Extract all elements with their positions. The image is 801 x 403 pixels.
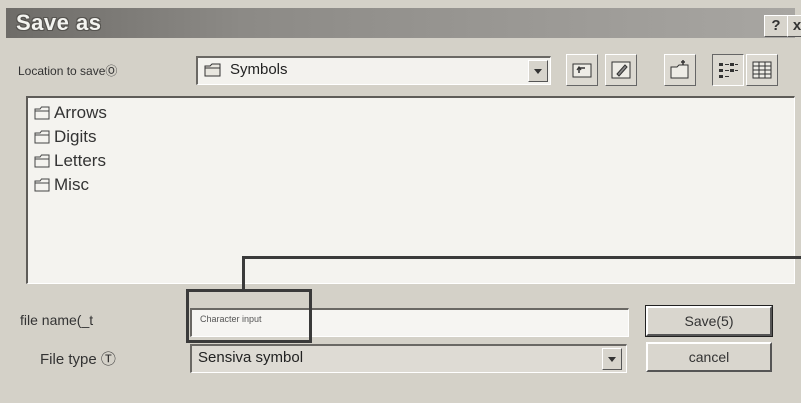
details-view-button[interactable] <box>746 54 778 86</box>
list-item-label: Arrows <box>54 103 107 122</box>
location-value: Symbols <box>230 61 288 78</box>
list-item-label: Digits <box>54 127 97 146</box>
chevron-down-icon[interactable] <box>528 60 548 82</box>
location-label: Location to saveⓄ <box>18 64 118 78</box>
new-folder-icon <box>670 60 689 79</box>
desktop-button[interactable] <box>605 54 637 86</box>
save-as-dialog: Save as ? x Location to saveⓄ Symbols Ar… <box>0 0 801 403</box>
cancel-button[interactable]: cancel <box>646 342 772 372</box>
file-name-label: file name(_t <box>20 312 94 328</box>
file-type-dropdown[interactable]: Sensiva symbol <box>190 344 627 373</box>
callout-line <box>242 256 801 259</box>
list-item-label: Letters <box>54 151 106 170</box>
close-button[interactable]: x <box>787 15 801 37</box>
folder-icon <box>204 63 221 77</box>
details-view-icon <box>752 61 772 79</box>
highlight-box <box>186 289 312 343</box>
up-folder-icon <box>572 63 592 78</box>
title-bar[interactable]: Save as ? x <box>6 8 801 38</box>
folder-icon <box>34 178 50 192</box>
folder-icon <box>34 154 50 168</box>
list-view-icon <box>719 63 738 78</box>
location-dropdown[interactable]: Symbols <box>196 56 551 85</box>
up-folder-button[interactable] <box>566 54 598 86</box>
file-type-value: Sensiva symbol <box>198 349 304 366</box>
new-folder-button[interactable] <box>664 54 696 86</box>
file-type-label: File type Ⓣ <box>40 351 116 368</box>
callout-line <box>242 256 245 290</box>
save-button[interactable]: Save(5) <box>645 305 773 337</box>
list-view-button[interactable] <box>712 54 744 86</box>
folder-icon <box>34 106 50 120</box>
dialog-title: Save as <box>16 10 102 35</box>
chevron-down-icon[interactable] <box>602 348 622 370</box>
desktop-icon <box>611 61 631 79</box>
help-button[interactable]: ? <box>764 15 788 37</box>
folder-icon <box>34 130 50 144</box>
list-item-label: Misc <box>54 175 89 194</box>
